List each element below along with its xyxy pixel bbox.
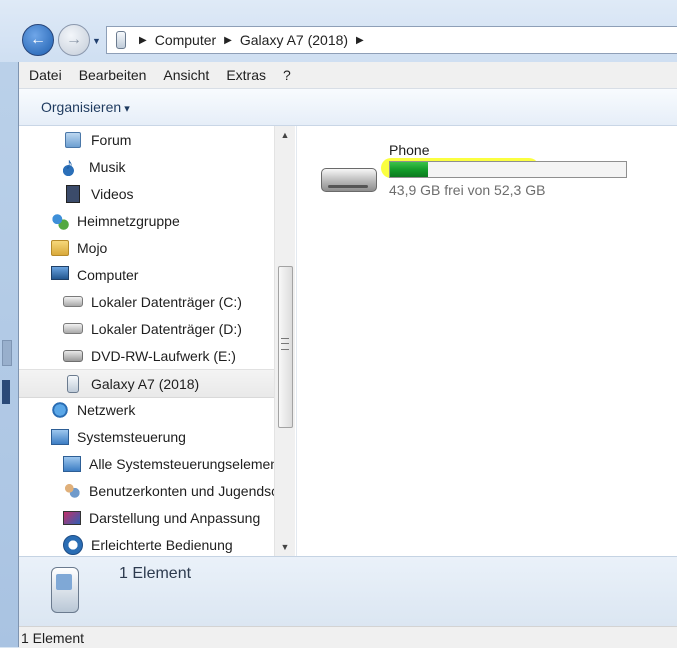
explorer-window: Datei Bearbeiten Ansicht Extras ? Organi… <box>18 62 677 648</box>
status-bar: 1 Element <box>19 626 677 648</box>
tree-item[interactable]: Netzwerk <box>51 396 135 423</box>
tree-item-label: Heimnetzgruppe <box>77 212 180 229</box>
tree-item[interactable]: Benutzerkonten und Jugendschutz <box>63 477 295 504</box>
details-pane: 1 Element <box>19 556 677 627</box>
drive-tile[interactable]: Phone 43,9 GB frei von 52,3 GB <box>321 138 641 208</box>
chevron-right-icon[interactable]: ▶ <box>352 35 368 46</box>
tree-item-label: Lokaler Datenträger (C:) <box>91 293 242 310</box>
tree-item-label: Computer <box>77 266 139 283</box>
tree-item-label: Forum <box>91 131 132 148</box>
tree-item[interactable]: Musik <box>63 153 126 180</box>
grip-icon <box>281 338 289 350</box>
tree-item-label: Erleichterte Bedienung <box>91 536 233 553</box>
tree-item-label: Mojo <box>77 239 108 256</box>
content-pane: Phone 43,9 GB frei von 52,3 GB <box>296 126 677 556</box>
desktop-widget <box>2 340 12 366</box>
user-folder-icon <box>51 239 69 256</box>
tree-item-label: DVD-RW-Laufwerk (E:) <box>91 347 236 364</box>
music-icon <box>63 156 81 176</box>
free-space-text: 43,9 GB frei von 52,3 GB <box>389 182 546 198</box>
navigation-scrollbar[interactable]: ▲ ▼ <box>274 126 295 556</box>
tree-item[interactable]: Erleichterte Bedienung <box>63 531 233 556</box>
tree-item[interactable]: Systemsteuerung <box>51 423 186 450</box>
phone-icon <box>113 31 127 49</box>
tree-item[interactable]: Darstellung und Anpassung <box>63 504 260 531</box>
chevron-right-icon[interactable]: ▶ <box>135 35 151 46</box>
drive-name: Phone <box>389 142 430 158</box>
tree-item[interactable]: Lokaler Datenträger (C:) <box>63 288 242 315</box>
control-panel-icon <box>51 428 69 445</box>
recent-pages-dropdown[interactable]: ▼ <box>92 36 101 46</box>
tree-item-label: Darstellung und Anpassung <box>89 509 261 526</box>
breadcrumb-computer[interactable]: Computer <box>151 32 220 48</box>
forward-button[interactable]: → <box>58 24 90 56</box>
arrow-left-icon: ← <box>30 31 46 48</box>
menu-help[interactable]: ? <box>273 67 298 83</box>
tree-item[interactable]: DVD-RW-Laufwerk (E:) <box>63 342 236 369</box>
phone-icon <box>67 374 79 393</box>
menu-file[interactable]: Datei <box>19 67 69 83</box>
hdd-icon <box>63 323 83 334</box>
ease-of-access-icon <box>63 534 83 555</box>
tree-item[interactable]: Galaxy A7 (2018) <box>19 369 295 398</box>
tree-item-label: Benutzerkonten und Jugendschutz <box>89 482 295 499</box>
menu-tools[interactable]: Extras <box>216 67 273 83</box>
tree-item[interactable]: Computer <box>51 261 138 288</box>
tree-item-label: Lokaler Datenträger (D:) <box>91 320 242 337</box>
tree-item[interactable]: Mojo <box>51 234 107 261</box>
video-icon <box>66 184 80 203</box>
organize-button[interactable]: Organisieren <box>41 99 130 115</box>
display-icon <box>63 510 81 525</box>
dvd-icon <box>63 349 83 362</box>
desktop-edge <box>0 0 18 647</box>
homegroup-icon <box>51 211 69 230</box>
phone-icon <box>51 567 79 613</box>
drive-icon <box>321 168 377 192</box>
forum-icon <box>65 131 81 148</box>
tree-item-label: Netzwerk <box>77 401 136 418</box>
tree-item[interactable]: Alle Systemsteuerungselemente <box>63 450 290 477</box>
network-icon <box>51 400 69 419</box>
tree-item-label: Musik <box>89 158 126 175</box>
tree-item[interactable]: Videos <box>63 180 134 207</box>
navigation-pane: Forum Musik Videos Heimnetzgruppe Mojo Comput… <box>19 126 295 556</box>
tree-item-label: Galaxy A7 (2018) <box>91 375 200 392</box>
arrow-right-icon: → <box>66 31 82 48</box>
computer-icon <box>51 265 69 280</box>
item-count: 1 Element <box>119 565 192 582</box>
menu-bar: Datei Bearbeiten Ansicht Extras ? <box>19 62 677 89</box>
scroll-up-icon[interactable]: ▲ <box>275 126 295 144</box>
breadcrumb-galaxy[interactable]: Galaxy A7 (2018) <box>236 32 352 48</box>
navigation-bar: ← → ▼ ▶ Computer ▶ Galaxy A7 (2018) ▶ <box>0 0 677 62</box>
status-text: 1 Element <box>21 630 85 646</box>
desktop-widget-dark <box>2 380 10 404</box>
tree-item[interactable]: Lokaler Datenträger (D:) <box>63 315 242 342</box>
capacity-fill <box>390 162 428 177</box>
address-bar[interactable]: ▶ Computer ▶ Galaxy A7 (2018) ▶ <box>106 26 677 54</box>
tree-item-label: Systemsteuerung <box>77 428 186 445</box>
scroll-down-icon[interactable]: ▼ <box>275 538 295 556</box>
control-panel-icon <box>63 455 81 472</box>
hdd-icon <box>63 296 83 307</box>
command-bar: Organisieren <box>19 89 677 126</box>
menu-edit[interactable]: Bearbeiten <box>69 67 154 83</box>
tree-item[interactable]: Forum <box>63 126 131 153</box>
tree-item-label: Videos <box>91 185 134 202</box>
tree-item[interactable]: Heimnetzgruppe <box>51 207 180 234</box>
capacity-bar <box>389 161 627 178</box>
chevron-right-icon[interactable]: ▶ <box>220 35 236 46</box>
menu-view[interactable]: Ansicht <box>153 67 216 83</box>
back-button[interactable]: ← <box>22 24 54 56</box>
users-icon <box>63 481 81 500</box>
tree-item-label: Alle Systemsteuerungselemente <box>89 455 290 472</box>
